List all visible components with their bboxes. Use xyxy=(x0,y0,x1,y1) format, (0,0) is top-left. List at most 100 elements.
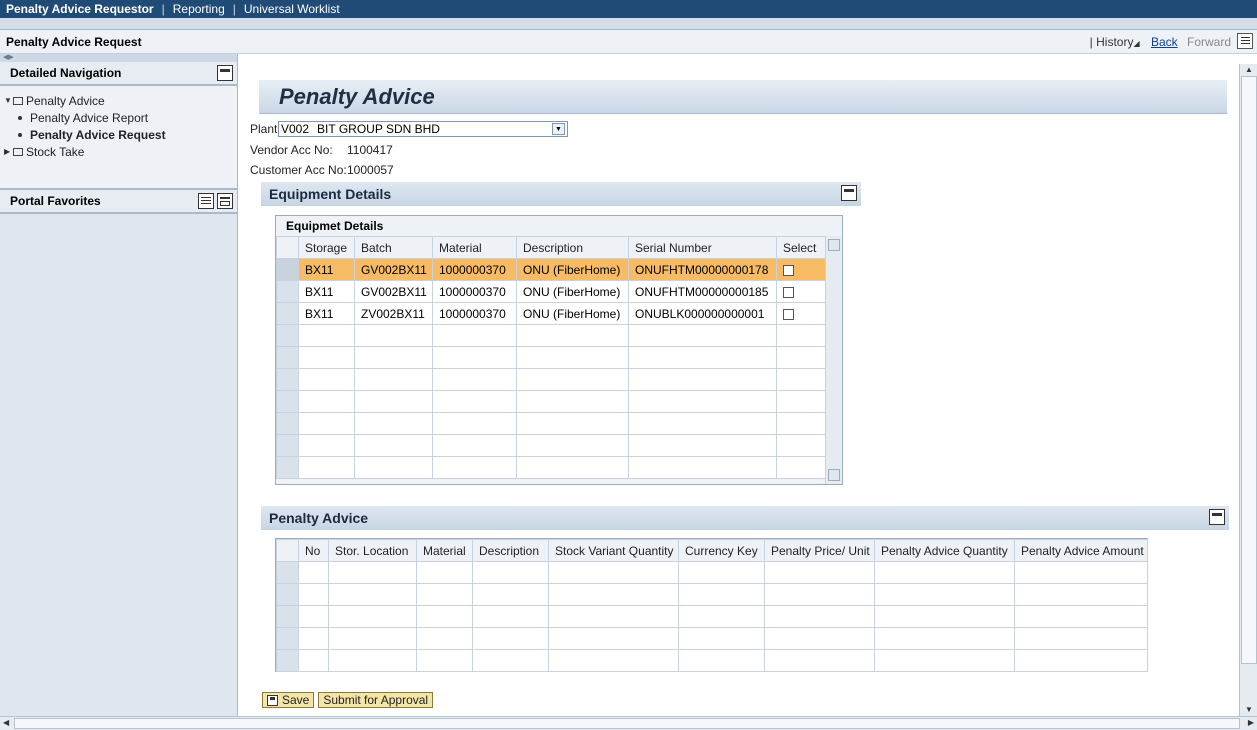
column-header[interactable]: Description xyxy=(516,236,629,259)
cell-description: ONU (FiberHome) xyxy=(516,258,629,281)
column-header[interactable]: Penalty Price/ Unit xyxy=(764,539,875,562)
cell-storage: BX11 xyxy=(298,280,355,303)
cell-select xyxy=(776,302,826,325)
column-header[interactable]: Batch xyxy=(354,236,433,259)
column-select-icon[interactable] xyxy=(828,239,840,251)
penalty-advice-header: Penalty Advice xyxy=(261,506,1229,530)
main-content: Penalty Advice Plant: V002 BIT GROUP SDN… xyxy=(239,54,1239,716)
select-checkbox[interactable] xyxy=(783,308,794,320)
collapse-icon[interactable] xyxy=(217,193,233,209)
plant-code: V002 xyxy=(281,122,310,136)
empty-row xyxy=(276,324,826,347)
history-menu[interactable]: History xyxy=(1096,35,1133,49)
cell-material: 1000000370 xyxy=(432,258,517,281)
column-header[interactable]: Penalty Advice Amount xyxy=(1014,539,1148,562)
floppy-disk-icon xyxy=(267,694,278,706)
equipment-grid-scrollbar[interactable] xyxy=(825,236,842,484)
tree-node-penalty-advice[interactable]: ▼ Penalty Advice xyxy=(4,92,237,109)
page-title-bar: Penalty Advice Request | History◢ Back F… xyxy=(0,30,1257,54)
submit-for-approval-button[interactable]: Submit for Approval xyxy=(318,692,434,708)
column-header[interactable]: No xyxy=(298,539,329,562)
cell-batch: ZV002BX11 xyxy=(354,302,433,325)
favorites-menu-icon[interactable] xyxy=(198,193,214,209)
expanded-arrow-icon: ▼ xyxy=(4,96,12,105)
top-band xyxy=(0,18,1257,30)
column-header[interactable]: Currency Key xyxy=(678,539,765,562)
penalty-header-row: No Stor. Location Material Description S… xyxy=(276,539,1148,562)
portal-favorites-title: Portal Favorites xyxy=(10,194,101,208)
collapse-icon[interactable] xyxy=(841,185,857,201)
cell-description: ONU (FiberHome) xyxy=(516,280,629,303)
column-header[interactable]: Select xyxy=(776,236,826,259)
column-header[interactable]: Storage xyxy=(298,236,355,259)
nav-reporting[interactable]: Reporting xyxy=(173,2,225,16)
collapse-icon[interactable] xyxy=(217,65,233,81)
equipment-grid: Equipmet Details Storage Batch Material … xyxy=(275,215,843,485)
top-navigation: Penalty Advice Requestor | Reporting | U… xyxy=(0,0,1257,18)
detailed-navigation-title: Detailed Navigation xyxy=(10,66,122,80)
portal-favorites-header: Portal Favorites xyxy=(0,188,237,214)
penalty-advice-table: No Stor. Location Material Description S… xyxy=(276,539,1148,672)
empty-row xyxy=(276,412,826,435)
row-selector[interactable] xyxy=(276,280,299,303)
select-checkbox[interactable] xyxy=(783,286,794,298)
page-menu-icon[interactable] xyxy=(1237,33,1253,49)
collapsed-arrow-icon: ▶ xyxy=(4,147,11,156)
collapse-icon[interactable] xyxy=(1209,509,1225,525)
nav-universal-worklist[interactable]: Universal Worklist xyxy=(244,2,340,16)
plant-label: Plant: xyxy=(250,122,281,136)
row-selector[interactable] xyxy=(276,302,299,325)
row-selector-header xyxy=(276,539,299,562)
chevron-down-icon[interactable]: ▼ xyxy=(552,123,565,135)
empty-row xyxy=(276,561,1148,584)
scrollbar-thumb[interactable] xyxy=(1241,76,1257,664)
save-button[interactable]: Save xyxy=(262,692,315,708)
column-header[interactable]: Stock Variant Quantity xyxy=(548,539,679,562)
save-label: Save xyxy=(282,693,310,707)
history-separator: | xyxy=(1089,35,1093,49)
row-selector[interactable] xyxy=(276,258,299,281)
table-row[interactable]: BX11 GV002BX11 1000000370 ONU (FiberHome… xyxy=(276,280,826,303)
table-row[interactable]: BX11 ZV002BX11 1000000370 ONU (FiberHome… xyxy=(276,302,826,325)
history-navigation: | History◢ Back Forward xyxy=(1089,35,1231,49)
empty-row xyxy=(276,649,1148,672)
horizontal-scrollbar[interactable]: ◀ ▶ xyxy=(0,716,1257,730)
tree-label: Penalty Advice Report xyxy=(30,110,149,125)
nav-separator: | xyxy=(232,2,236,16)
cell-material: 1000000370 xyxy=(432,280,517,303)
scroll-left-icon[interactable]: ◀ xyxy=(3,718,9,727)
select-checkbox[interactable] xyxy=(783,264,794,276)
form-title: Penalty Advice xyxy=(279,83,435,109)
scroll-right-icon[interactable]: ▶ xyxy=(1248,718,1254,727)
forward-link: Forward xyxy=(1186,35,1231,49)
column-header[interactable]: Penalty Advice Quantity xyxy=(874,539,1015,562)
column-header[interactable]: Serial Number xyxy=(628,236,777,259)
tree-node-stock-take[interactable]: ▶ Stock Take xyxy=(4,143,237,160)
tree-item-penalty-advice-report[interactable]: Penalty Advice Report xyxy=(4,109,237,126)
cell-serial-number: ONUFHTM00000000178 xyxy=(628,258,777,281)
scroll-up-icon[interactable]: ▲ xyxy=(1243,65,1255,75)
column-header[interactable]: Material xyxy=(416,539,473,562)
tree-item-penalty-advice-request[interactable]: Penalty Advice Request xyxy=(4,126,237,143)
scroll-down-icon[interactable]: ▼ xyxy=(1243,705,1255,715)
back-link[interactable]: Back xyxy=(1151,35,1178,49)
scrollbar-thumb[interactable] xyxy=(14,718,1240,729)
column-header[interactable]: Stor. Location xyxy=(328,539,417,562)
row-selector-header xyxy=(276,236,299,259)
cell-batch: GV002BX11 xyxy=(354,258,433,281)
scroll-down-icon[interactable] xyxy=(828,469,840,481)
nav-penalty-advice-requestor[interactable]: Penalty Advice Requestor xyxy=(6,2,154,16)
column-header[interactable]: Description xyxy=(472,539,549,562)
detailed-navigation-pane: ◀▶ Detailed Navigation ▼ Penalty Advice … xyxy=(0,54,238,716)
empty-row xyxy=(276,434,826,457)
plant-name: BIT GROUP SDN BHD xyxy=(317,122,440,136)
table-row[interactable]: BX11 GV002BX11 1000000370 ONU (FiberHome… xyxy=(276,258,826,281)
equipment-details-header: Equipment Details xyxy=(261,182,861,206)
column-header[interactable]: Material xyxy=(432,236,517,259)
vertical-scrollbar[interactable]: ▲ ▼ xyxy=(1239,64,1257,716)
plant-select[interactable]: V002 BIT GROUP SDN BHD ▼ xyxy=(278,121,568,137)
pane-collapse-strip[interactable]: ◀▶ xyxy=(0,54,237,62)
empty-row xyxy=(276,583,1148,606)
tree-label: Penalty Advice xyxy=(26,93,105,108)
empty-row xyxy=(276,605,1148,628)
